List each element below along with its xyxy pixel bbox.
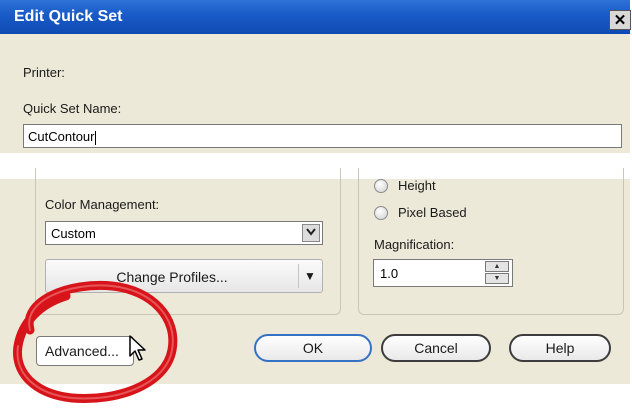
radio-pixel-based-label: Pixel Based xyxy=(398,205,467,220)
magnification-label: Magnification: xyxy=(374,237,455,252)
color-management-label: Color Management: xyxy=(45,197,160,212)
dialog-title: Edit Quick Set xyxy=(14,8,123,25)
advanced-button[interactable]: Advanced... xyxy=(36,336,134,366)
chevron-down-icon[interactable] xyxy=(302,224,320,242)
mouse-pointer-icon xyxy=(129,335,146,361)
dropdown-arrow-icon[interactable]: ▼ xyxy=(304,269,316,283)
help-button[interactable]: Help xyxy=(509,334,611,362)
quickset-name-value: CutContour xyxy=(28,129,95,144)
edit-quick-set-dialog: Edit Quick Set ✕ Printer: Quick Set Name… xyxy=(0,0,632,384)
cancel-button[interactable]: Cancel xyxy=(381,334,491,362)
arrow-up-icon[interactable]: ▲ xyxy=(485,261,509,272)
printer-label: Printer: xyxy=(23,65,65,80)
split-divider xyxy=(298,264,299,288)
radio-height[interactable] xyxy=(374,179,388,193)
radio-height-label: Height xyxy=(398,178,436,193)
radio-pixel-based[interactable] xyxy=(374,206,388,220)
quickset-name-input[interactable]: CutContour xyxy=(23,124,622,148)
title-bar: Edit Quick Set ✕ xyxy=(0,0,631,34)
text-caret xyxy=(95,130,97,145)
magnification-stepper[interactable]: ▲ ▼ xyxy=(485,261,511,285)
ok-button[interactable]: OK xyxy=(254,334,372,362)
change-profiles-button[interactable]: Change Profiles... ▼ xyxy=(45,259,323,293)
close-icon: ✕ xyxy=(613,12,627,29)
change-profiles-label: Change Profiles... xyxy=(116,269,228,285)
quickset-name-label: Quick Set Name: xyxy=(23,101,122,116)
arrow-down-icon[interactable]: ▼ xyxy=(485,273,509,284)
close-button[interactable]: ✕ xyxy=(609,10,631,30)
color-management-value: Custom xyxy=(51,226,96,241)
color-management-select[interactable]: Custom xyxy=(45,221,323,245)
magnification-value: 1.0 xyxy=(380,266,399,281)
